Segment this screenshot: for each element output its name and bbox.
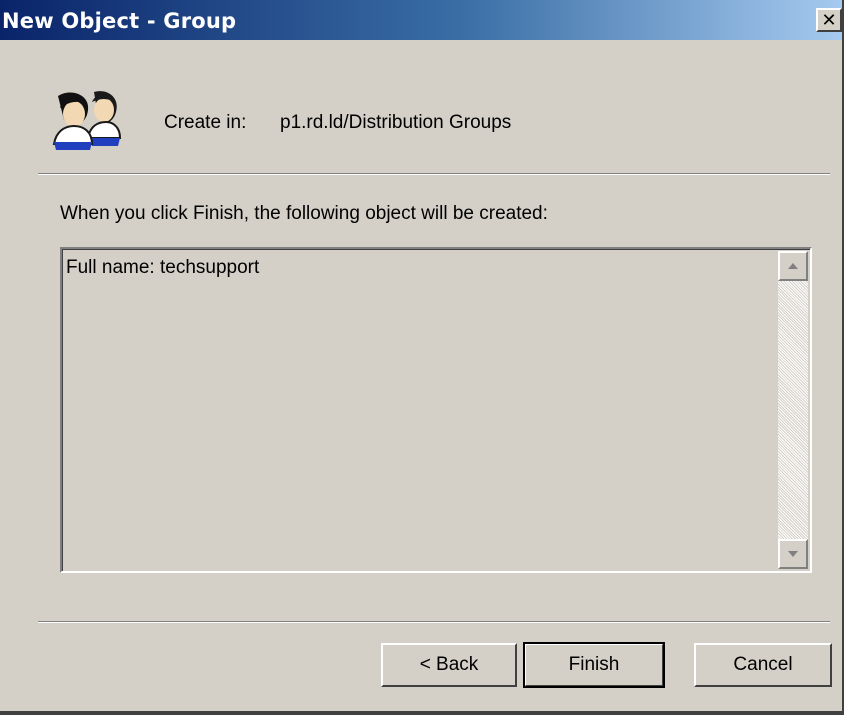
summary-full-name: Full name: techsupport bbox=[66, 257, 260, 278]
cancel-button[interactable]: Cancel bbox=[694, 643, 832, 687]
vertical-scrollbar[interactable] bbox=[778, 251, 808, 569]
footer-divider bbox=[38, 621, 830, 623]
window-title: New Object - Group bbox=[2, 9, 237, 33]
scroll-down-arrow-icon bbox=[788, 551, 798, 557]
summary-textbox[interactable]: Full name: techsupport bbox=[60, 247, 812, 573]
create-in-path: p1.rd.ld/Distribution Groups bbox=[280, 112, 512, 133]
scroll-up-arrow-icon bbox=[788, 263, 798, 269]
back-button[interactable]: < Back bbox=[381, 643, 517, 687]
close-button[interactable]: ✕ bbox=[816, 8, 842, 32]
scroll-down-button[interactable] bbox=[778, 539, 808, 569]
group-users-icon bbox=[52, 91, 122, 150]
close-icon: ✕ bbox=[821, 10, 837, 30]
dialog-window: New Object - Group ✕ Create in: p1.rd.ld… bbox=[0, 0, 844, 715]
scroll-up-button[interactable] bbox=[778, 251, 808, 281]
finish-button[interactable]: Finish bbox=[523, 642, 665, 688]
create-in-label: Create in: bbox=[164, 112, 247, 133]
header-divider bbox=[38, 173, 830, 175]
instruction-text: When you click Finish, the following obj… bbox=[60, 203, 548, 224]
title-bar: New Object - Group ✕ bbox=[0, 0, 842, 40]
